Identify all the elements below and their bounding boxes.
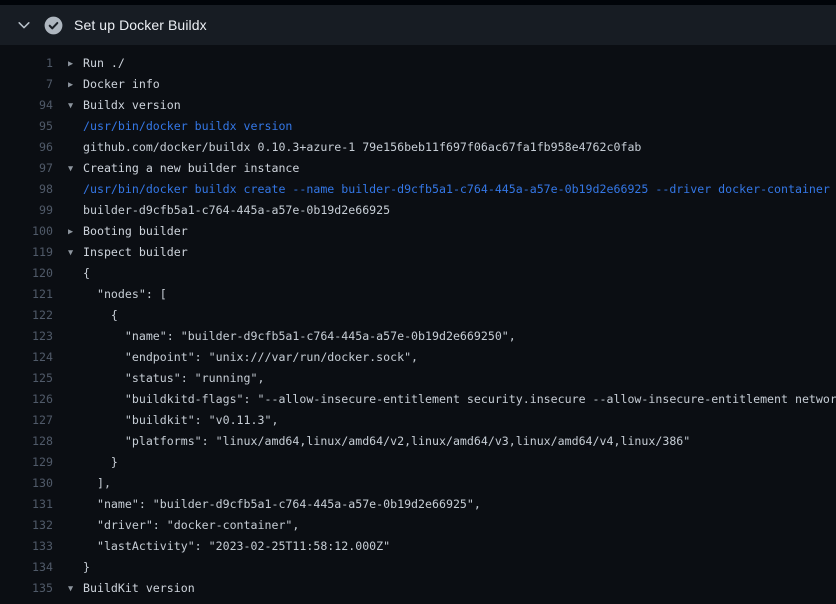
line-number[interactable]: 97 bbox=[16, 161, 53, 175]
log-line: 98/usr/bin/docker buildx create --name b… bbox=[0, 178, 836, 199]
log-group-row[interactable]: 100 ▶Booting builder bbox=[0, 220, 836, 241]
log-output-text: { bbox=[68, 266, 90, 280]
log-line: 122 { bbox=[0, 304, 836, 325]
log-line: 127 "buildkit": "v0.11.3", bbox=[0, 409, 836, 430]
line-number[interactable]: 121 bbox=[16, 287, 53, 301]
log-output-text: "endpoint": "unix:///var/run/docker.sock… bbox=[68, 350, 418, 364]
line-number[interactable]: 119 bbox=[16, 245, 53, 259]
log-output-text: "name": "builder-d9cfb5a1-c764-445a-a57e… bbox=[68, 329, 516, 343]
line-number[interactable]: 99 bbox=[16, 203, 53, 217]
log-output-text: } bbox=[68, 560, 90, 574]
line-number[interactable]: 128 bbox=[16, 434, 53, 448]
group-title: ▼BuildKit version bbox=[68, 581, 195, 595]
triangle-expanded-icon: ▼ bbox=[68, 584, 83, 594]
log-line: 96 github.com/docker/buildx 0.10.3+azure-… bbox=[0, 136, 836, 157]
group-title: ▼Creating a new builder instance bbox=[68, 161, 299, 175]
group-title-text: Docker info bbox=[83, 77, 160, 91]
log-group-row[interactable]: 94 ▼Buildx version bbox=[0, 94, 836, 115]
group-title: ▼Buildx version bbox=[68, 98, 181, 112]
triangle-expanded-icon: ▼ bbox=[68, 164, 83, 174]
line-number[interactable]: 98 bbox=[16, 182, 53, 196]
log-line: 136builder-d9cfb5a1-c764-445a-a57e-0b19d… bbox=[0, 598, 836, 604]
group-title-text: Run ./ bbox=[83, 56, 125, 70]
log-output-text: ], bbox=[68, 476, 111, 490]
log-line: 123 "name": "builder-d9cfb5a1-c764-445a-… bbox=[0, 325, 836, 346]
triangle-collapsed-icon: ▶ bbox=[68, 59, 83, 69]
log-output: 1▶Run ./7▶Docker info94▼Buildx version95… bbox=[0, 45, 836, 604]
log-group-row[interactable]: 7 ▶Docker info bbox=[0, 73, 836, 94]
line-number[interactable]: 129 bbox=[16, 455, 53, 469]
line-number[interactable]: 130 bbox=[16, 476, 53, 490]
triangle-collapsed-icon: ▶ bbox=[68, 80, 83, 90]
log-line: 124 "endpoint": "unix:///var/run/docker.… bbox=[0, 346, 836, 367]
line-number[interactable]: 132 bbox=[16, 518, 53, 532]
line-number[interactable]: 122 bbox=[16, 308, 53, 322]
log-line: 129 } bbox=[0, 451, 836, 472]
line-number[interactable]: 7 bbox=[16, 77, 53, 91]
step-title: Set up Docker Buildx bbox=[74, 17, 207, 33]
log-line: 131 "name": "builder-d9cfb5a1-c764-445a-… bbox=[0, 493, 836, 514]
log-output-text: "buildkitd-flags": "--allow-insecure-ent… bbox=[68, 392, 836, 406]
line-number[interactable]: 100 bbox=[16, 224, 53, 238]
line-number[interactable]: 133 bbox=[16, 539, 53, 553]
log-line: 133 "lastActivity": "2023-02-25T11:58:12… bbox=[0, 535, 836, 556]
log-line: 126 "buildkitd-flags": "--allow-insecure… bbox=[0, 388, 836, 409]
log-line: 95/usr/bin/docker buildx version bbox=[0, 115, 836, 136]
log-group-row[interactable]: 1 ▶Run ./ bbox=[0, 52, 836, 73]
chevron-down-icon[interactable] bbox=[12, 13, 36, 37]
log-lines-container: 1▶Run ./7▶Docker info94▼Buildx version95… bbox=[0, 52, 836, 604]
log-output-text: "nodes": [ bbox=[68, 287, 167, 301]
log-output-text: "driver": "docker-container", bbox=[68, 518, 299, 532]
group-title-text: Creating a new builder instance bbox=[83, 161, 299, 175]
line-number[interactable]: 127 bbox=[16, 413, 53, 427]
line-number[interactable]: 125 bbox=[16, 371, 53, 385]
line-number[interactable]: 120 bbox=[16, 266, 53, 280]
log-command-text: /usr/bin/docker buildx create --name bui… bbox=[68, 182, 830, 196]
group-title: ▼Inspect builder bbox=[68, 245, 188, 259]
log-command-text: /usr/bin/docker buildx version bbox=[68, 119, 292, 133]
line-number[interactable]: 94 bbox=[16, 98, 53, 112]
log-group-row[interactable]: 119 ▼Inspect builder bbox=[0, 241, 836, 262]
group-title: ▶Docker info bbox=[68, 77, 160, 91]
line-number[interactable]: 123 bbox=[16, 329, 53, 343]
log-line: 120 { bbox=[0, 262, 836, 283]
line-number[interactable]: 131 bbox=[16, 497, 53, 511]
log-line: 134} bbox=[0, 556, 836, 577]
log-output-text: { bbox=[68, 308, 118, 322]
line-number[interactable]: 135 bbox=[16, 581, 53, 595]
log-line: 128 "platforms": "linux/amd64,linux/amd6… bbox=[0, 430, 836, 451]
group-title: ▶Run ./ bbox=[68, 56, 125, 70]
check-circle-icon bbox=[44, 16, 63, 35]
log-line: 99 builder-d9cfb5a1-c764-445a-a57e-0b19d2… bbox=[0, 199, 836, 220]
log-line: 132 "driver": "docker-container", bbox=[0, 514, 836, 535]
group-title-text: BuildKit version bbox=[83, 581, 195, 595]
log-output-text: "status": "running", bbox=[68, 371, 264, 385]
log-line: 125 "status": "running", bbox=[0, 367, 836, 388]
log-output-text: } bbox=[68, 455, 118, 469]
triangle-expanded-icon: ▼ bbox=[68, 101, 83, 111]
log-output-text: "platforms": "linux/amd64,linux/amd64/v2… bbox=[68, 434, 690, 448]
line-number[interactable]: 1 bbox=[16, 56, 53, 70]
triangle-expanded-icon: ▼ bbox=[68, 248, 83, 258]
step-header[interactable]: Set up Docker Buildx bbox=[0, 5, 836, 45]
log-group-row[interactable]: 97 ▼Creating a new builder instance bbox=[0, 157, 836, 178]
group-title-text: Booting builder bbox=[83, 224, 188, 238]
triangle-collapsed-icon: ▶ bbox=[68, 227, 83, 237]
group-title-text: Buildx version bbox=[83, 98, 181, 112]
group-title-text: Inspect builder bbox=[83, 245, 188, 259]
log-line: 130 ], bbox=[0, 472, 836, 493]
log-group-row[interactable]: 135 ▼BuildKit version bbox=[0, 577, 836, 598]
line-number[interactable]: 124 bbox=[16, 350, 53, 364]
line-number[interactable]: 126 bbox=[16, 392, 53, 406]
log-output-text: builder-d9cfb5a1-c764-445a-a57e-0b19d2e6… bbox=[68, 203, 390, 217]
log-output-text: "lastActivity": "2023-02-25T11:58:12.000… bbox=[68, 539, 390, 553]
log-output-text: "name": "builder-d9cfb5a1-c764-445a-a57e… bbox=[68, 497, 481, 511]
line-number[interactable]: 134 bbox=[16, 560, 53, 574]
log-output-text: "buildkit": "v0.11.3", bbox=[68, 413, 278, 427]
line-number[interactable]: 95 bbox=[16, 119, 53, 133]
group-title: ▶Booting builder bbox=[68, 224, 188, 238]
log-output-text: github.com/docker/buildx 0.10.3+azure-1 … bbox=[68, 140, 641, 154]
line-number[interactable]: 96 bbox=[16, 140, 53, 154]
log-line: 121 "nodes": [ bbox=[0, 283, 836, 304]
